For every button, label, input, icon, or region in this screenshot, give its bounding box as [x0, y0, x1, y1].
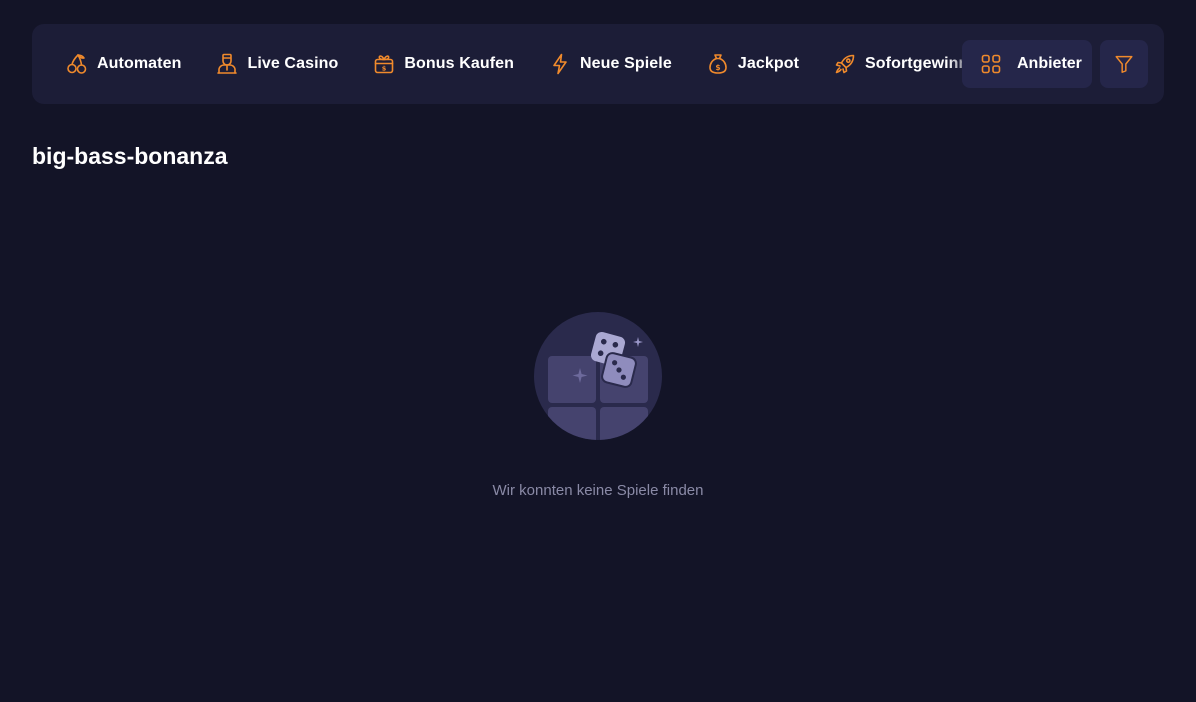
- lightning-icon: [548, 52, 572, 76]
- category-label: Automaten: [97, 55, 182, 72]
- filter-button[interactable]: [1100, 40, 1148, 88]
- providers-label: Anbieter: [1017, 55, 1082, 72]
- category-neue-spiele[interactable]: Neue Spiele: [531, 40, 689, 88]
- rocket-icon: [833, 52, 857, 76]
- money-bag-icon: $: [706, 52, 730, 76]
- category-label: Neue Spiele: [580, 55, 672, 72]
- dice-illustration: [534, 312, 662, 440]
- category-navbar: Automaten Live Casino $ Bonus Kaufen Neu…: [32, 24, 1164, 104]
- empty-state-message: Wir konnten keine Spiele finden: [492, 482, 704, 499]
- gift-icon: $: [372, 52, 396, 76]
- empty-state: Wir konnten keine Spiele finden: [0, 312, 1196, 499]
- category-list: Automaten Live Casino $ Bonus Kaufen Neu…: [48, 24, 962, 104]
- category-sofortgewinn[interactable]: Sofortgewinn: [816, 40, 962, 88]
- category-bonus-kaufen[interactable]: $ Bonus Kaufen: [355, 40, 531, 88]
- cherries-icon: [65, 52, 89, 76]
- svg-text:$: $: [715, 63, 720, 72]
- grid-icon: [979, 52, 1003, 76]
- providers-button[interactable]: Anbieter: [962, 40, 1092, 88]
- category-label: Jackpot: [737, 55, 800, 72]
- category-live-casino[interactable]: Live Casino: [198, 40, 355, 88]
- category-label: Sofortgewinn: [865, 55, 962, 72]
- dealer-icon: [215, 52, 239, 76]
- category-automaten[interactable]: Automaten: [48, 40, 198, 88]
- category-label: Live Casino: [247, 55, 339, 72]
- filter-icon: [1113, 53, 1135, 75]
- svg-text:$: $: [382, 65, 387, 73]
- category-label: Bonus Kaufen: [404, 55, 515, 72]
- category-jackpot[interactable]: $ Jackpot: [689, 40, 816, 88]
- page-title: big-bass-bonanza: [32, 143, 228, 169]
